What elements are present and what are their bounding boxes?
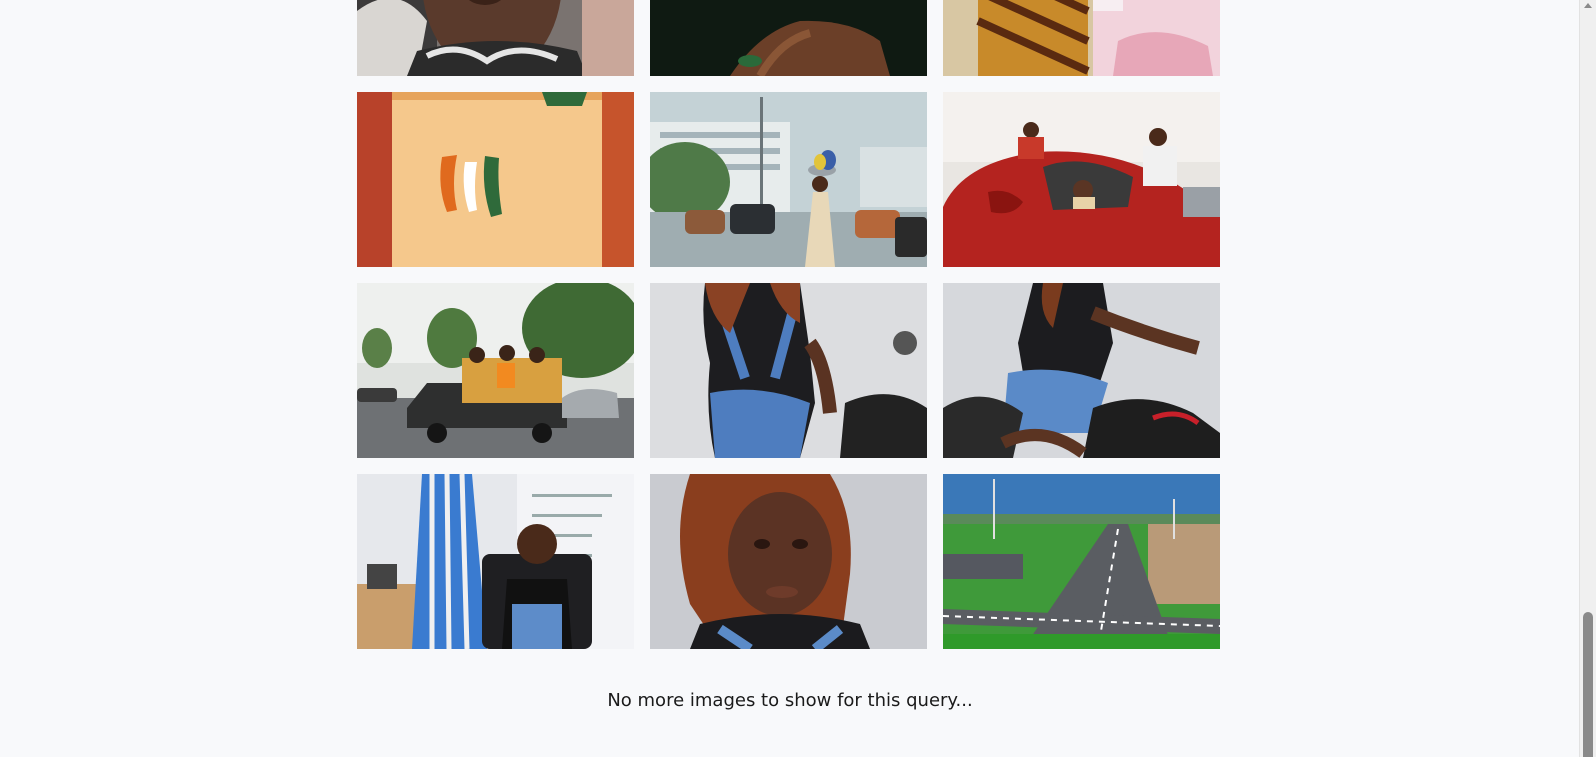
vertical-scrollbar[interactable] (1579, 0, 1596, 757)
aerial-road-photo (943, 474, 1220, 649)
braids-portrait-photo (650, 474, 927, 649)
denim-overalls-back-photo (650, 283, 927, 458)
image-result-aerial-road[interactable] (943, 474, 1220, 649)
dark-shoulder-photo (650, 0, 927, 76)
image-results-page: No more images to show for this query... (0, 0, 1596, 757)
child-face-photo (357, 0, 634, 76)
image-result-flag-shirt[interactable] (357, 92, 634, 267)
image-result-red-car-celebration[interactable] (943, 92, 1220, 267)
image-result-denim-overalls-motorbike[interactable] (943, 283, 1220, 458)
image-result-children-dresses[interactable] (943, 0, 1220, 76)
denim-overalls-motorbike-photo (943, 283, 1220, 458)
image-result-rainy-street-vendor[interactable] (650, 92, 927, 267)
red-car-celebration-photo (943, 92, 1220, 267)
flag-shirt-photo (357, 92, 634, 267)
image-result-child-face[interactable] (357, 0, 634, 76)
children-dresses-photo (943, 0, 1220, 76)
pickup-truck-parade-photo (357, 283, 634, 458)
image-result-office-portrait[interactable] (357, 474, 634, 649)
image-result-dark-shoulder[interactable] (650, 0, 927, 76)
image-result-pickup-truck-parade[interactable] (357, 283, 634, 458)
image-result-denim-overalls-back[interactable] (650, 283, 927, 458)
image-result-braids-portrait[interactable] (650, 474, 927, 649)
scroll-up-arrow-icon[interactable] (1584, 3, 1592, 8)
scrollbar-thumb[interactable] (1583, 612, 1593, 757)
image-grid (357, 0, 1221, 649)
end-of-results-message: No more images to show for this query... (607, 690, 973, 711)
rainy-street-vendor-photo (650, 92, 927, 267)
office-portrait-photo (357, 474, 634, 649)
